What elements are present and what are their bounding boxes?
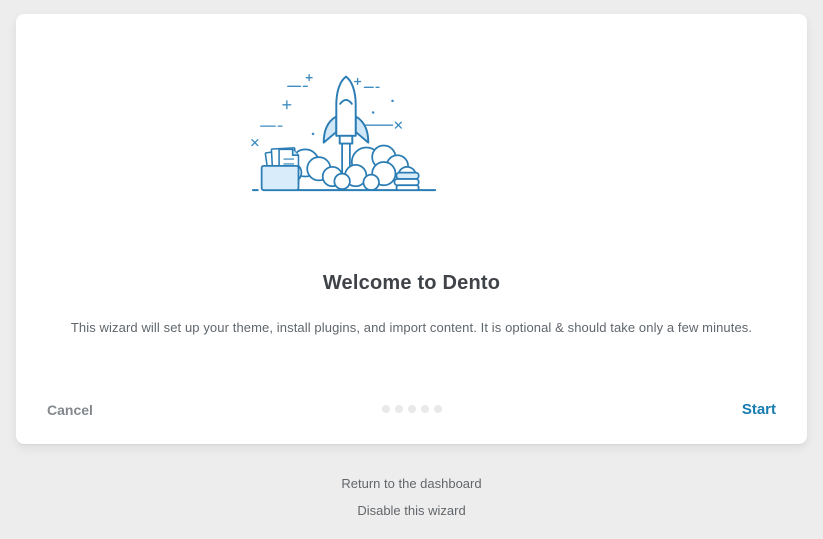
progress-dot [382,405,390,413]
cancel-button[interactable]: Cancel [47,402,93,418]
progress-dot [395,405,403,413]
wizard-footer: Cancel Start [16,401,807,444]
progress-dots [382,405,442,413]
below-card-links: Return to the dashboard Disable this wiz… [0,477,823,518]
progress-dot [434,405,442,413]
progress-dot [408,405,416,413]
rocket-launch-svg [247,66,445,194]
progress-dot [421,405,429,413]
setup-wizard-card: Welcome to Dento This wizard will set up… [16,14,807,444]
return-to-dashboard-link[interactable]: Return to the dashboard [0,477,823,491]
wizard-description: This wizard will set up your theme, inst… [71,320,752,335]
rocket-launch-illustration [247,66,445,194]
disable-wizard-link[interactable]: Disable this wizard [0,504,823,518]
start-button[interactable]: Start [742,401,776,418]
page-title: Welcome to Dento [323,272,500,295]
